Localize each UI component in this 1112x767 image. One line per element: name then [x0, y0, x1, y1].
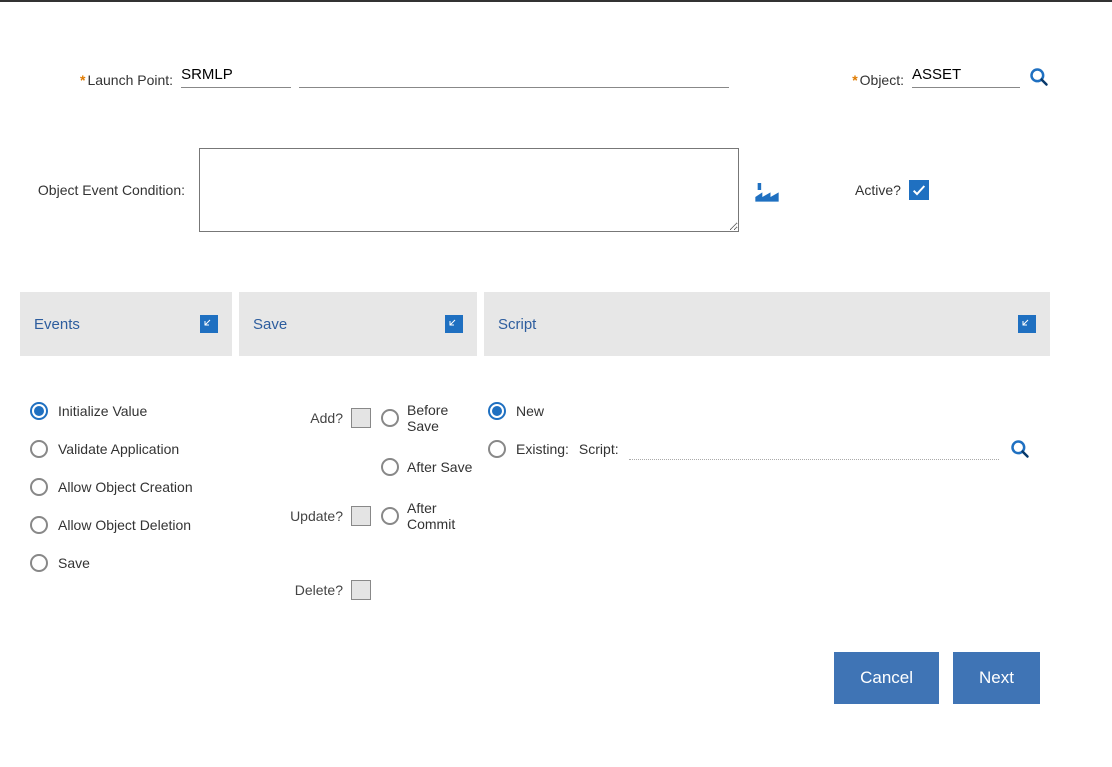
script-lookup-input[interactable]	[629, 439, 999, 460]
event-radio-allow-delete[interactable]	[30, 516, 48, 534]
footer-buttons: Cancel Next	[834, 652, 1040, 704]
delete-label: Delete?	[243, 582, 343, 598]
collapse-icon[interactable]	[200, 315, 218, 333]
section-header-script: Script	[484, 292, 1050, 356]
launch-point-label: *Launch Point:	[80, 72, 173, 88]
launch-point-group: *Launch Point:	[80, 64, 729, 88]
condition-row: Object Event Condition: Active?	[20, 148, 1050, 232]
condition-builder-icon[interactable]	[753, 176, 781, 204]
timing-label-aftercommit: After Commit	[407, 500, 477, 532]
script-radio-new[interactable]	[488, 402, 506, 420]
events-column: Initialize Value Validate Application Al…	[20, 402, 232, 592]
section-title-events: Events	[34, 316, 80, 333]
search-icon[interactable]	[1028, 66, 1050, 88]
event-radio-save[interactable]	[30, 554, 48, 572]
section-bodies: Initialize Value Validate Application Al…	[20, 402, 1050, 600]
section-headers: Events Save Script	[20, 292, 1050, 356]
event-option-save: Save	[30, 554, 232, 572]
event-label-allow-create: Allow Object Creation	[58, 479, 193, 495]
update-label: Update?	[243, 508, 343, 524]
collapse-icon[interactable]	[1018, 315, 1036, 333]
script-radio-existing[interactable]	[488, 440, 506, 458]
script-field-label: Script:	[579, 441, 619, 457]
search-icon[interactable]	[1009, 438, 1031, 460]
launch-point-label-text: Launch Point:	[87, 72, 173, 88]
section-header-events: Events	[20, 292, 232, 356]
event-label-allow-delete: Allow Object Deletion	[58, 517, 191, 533]
launch-point-description-input[interactable]	[299, 64, 729, 88]
launch-point-input[interactable]	[181, 64, 291, 88]
event-option-allow-delete: Allow Object Deletion	[30, 516, 232, 534]
event-option-allow-create: Allow Object Creation	[30, 478, 232, 496]
dialog-window: *Launch Point: *Object:	[0, 0, 1112, 767]
add-checkbox[interactable]	[351, 408, 371, 428]
save-column: Add? Before Save After Save Update? Afte…	[239, 402, 477, 600]
event-radio-allow-create[interactable]	[30, 478, 48, 496]
dialog-scroll-region[interactable]: *Launch Point: *Object:	[10, 4, 1100, 755]
object-label-text: Object:	[860, 72, 904, 88]
object-input[interactable]	[912, 64, 1020, 88]
event-label-save: Save	[58, 555, 90, 571]
update-checkbox[interactable]	[351, 506, 371, 526]
object-label: *Object:	[852, 72, 904, 88]
section-title-save: Save	[253, 316, 287, 333]
timing-radio-before[interactable]	[381, 409, 399, 427]
event-option-validate: Validate Application	[30, 440, 232, 458]
script-mode-existing-row: Existing: Script:	[488, 438, 1050, 460]
event-option-initialize: Initialize Value	[30, 402, 232, 420]
next-button[interactable]: Next	[953, 652, 1040, 704]
top-row: *Launch Point: *Object:	[20, 64, 1050, 88]
section-header-save: Save	[239, 292, 477, 356]
required-star-icon: *	[852, 72, 857, 88]
cancel-button[interactable]: Cancel	[834, 652, 939, 704]
add-label: Add?	[243, 410, 343, 426]
object-event-condition-input[interactable]	[199, 148, 739, 232]
script-column: New Existing: Script:	[484, 402, 1050, 460]
active-checkbox[interactable]	[909, 180, 929, 200]
active-label: Active?	[855, 182, 901, 198]
timing-radio-aftercommit[interactable]	[381, 507, 399, 525]
script-label-existing: Existing:	[516, 441, 569, 457]
active-group: Active?	[855, 180, 929, 200]
condition-label: Object Event Condition:	[20, 182, 185, 198]
event-radio-validate[interactable]	[30, 440, 48, 458]
required-star-icon: *	[80, 72, 85, 88]
event-label-initialize: Initialize Value	[58, 403, 147, 419]
event-label-validate: Validate Application	[58, 441, 179, 457]
collapse-icon[interactable]	[445, 315, 463, 333]
object-group: *Object:	[852, 64, 1050, 88]
script-label-new: New	[516, 403, 544, 419]
timing-label-after: After Save	[407, 459, 477, 475]
delete-checkbox[interactable]	[351, 580, 371, 600]
script-mode-new-row: New	[488, 402, 1050, 420]
dialog-content: *Launch Point: *Object:	[10, 4, 1060, 744]
timing-label-before: Before Save	[407, 402, 477, 434]
timing-radio-after[interactable]	[381, 458, 399, 476]
event-radio-initialize[interactable]	[30, 402, 48, 420]
section-title-script: Script	[498, 316, 536, 333]
